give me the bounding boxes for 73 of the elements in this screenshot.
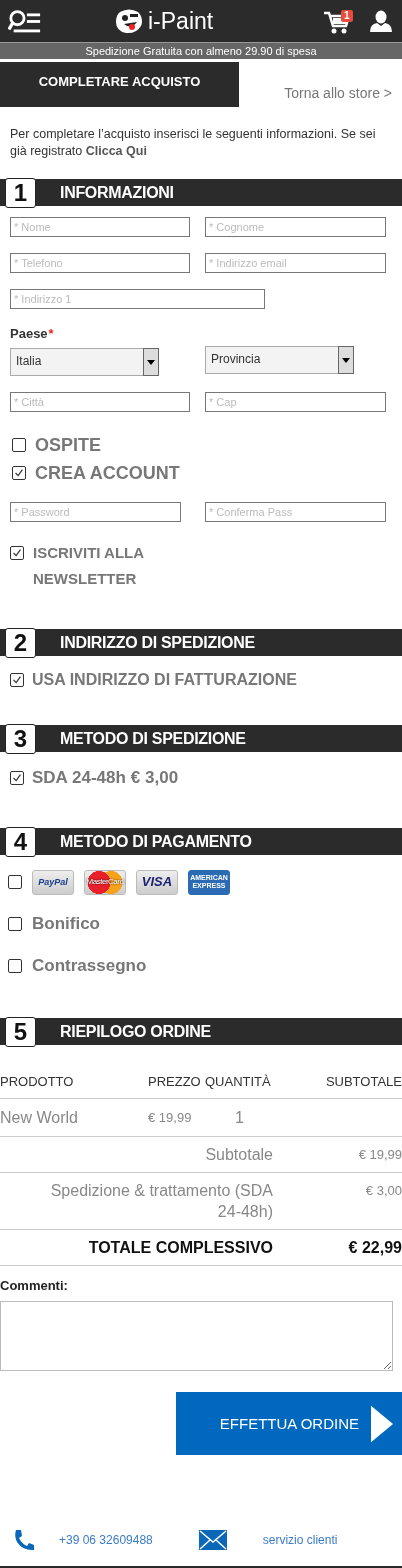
table-cell: 1: [235, 1108, 244, 1127]
checkbox-label: ISCRIVITI ALLA NEWSLETTER: [33, 543, 145, 589]
section-title: METODO DI SPEDIZIONE: [60, 729, 246, 748]
select-field[interactable]: Italia: [10, 348, 159, 376]
section-title: INFORMAZIONI: [60, 183, 174, 202]
section-title: INDIRIZZO DI SPEDIZIONE: [60, 633, 255, 652]
input-field[interactable]: * Nome: [10, 217, 190, 237]
comments-label: Commenti:: [0, 1278, 69, 1293]
checkbox[interactable]: [10, 771, 24, 785]
column-header: PRODOTTO: [0, 1074, 75, 1089]
input-field[interactable]: * Cognome: [205, 217, 386, 237]
step-number: 5: [5, 1017, 36, 1047]
checkbox[interactable]: [12, 438, 26, 452]
caret-icon: [143, 348, 159, 376]
checkbox[interactable]: [8, 875, 22, 889]
search-menu-icon[interactable]: [8, 8, 42, 34]
step-number: 3: [5, 724, 36, 754]
table-cell-text: € 19,99: [148, 1110, 193, 1125]
card-logo: PayPal: [32, 869, 74, 895]
summary-label: Spedizione & trattamento (SDA 24-48h): [49, 1181, 273, 1222]
cart-badge: 1: [341, 10, 353, 22]
checkbox-label: SDA 24-48h: [32, 768, 126, 788]
shipping-price: € 3,00: [130, 768, 179, 788]
checkbox-label: OSPITE: [35, 434, 101, 456]
step-number: 1: [5, 178, 36, 208]
country-label: Paese: [10, 326, 48, 341]
arrow-icon: [371, 1404, 393, 1443]
column-header: SUBTOTALE: [324, 1074, 402, 1089]
card-logo: VISA: [136, 869, 178, 895]
summary-label: TOTALE COMPLESSIVO: [87, 1238, 273, 1258]
column-header: QUANTITÀ: [205, 1074, 272, 1089]
checkbox-label: Bonifico: [32, 914, 100, 934]
step-number: 4: [5, 827, 36, 857]
phone-icon: [13, 1529, 35, 1551]
checkbox-label: USA INDIRIZZO DI FATTURAZIONE: [32, 671, 297, 689]
logo-icon: [114, 8, 144, 34]
checkbox[interactable]: [12, 466, 26, 480]
intro-text: Per completare l’acquisto inserisci le seguenti informazioni. Se sei già registrato Clicca Qui: [10, 126, 377, 160]
promo-text: Spedizione Gratuita con almeno 29.90 di spesa: [85, 45, 317, 57]
checkbox[interactable]: [8, 959, 22, 973]
column-header: PREZZO: [148, 1074, 202, 1089]
checkbox[interactable]: [8, 917, 22, 931]
checkbox-label: Contrassegno: [32, 956, 147, 976]
summary-value: € 19,99: [357, 1146, 402, 1164]
input-field[interactable]: * Cap: [205, 392, 386, 412]
input-field[interactable]: * Telefono: [10, 253, 190, 273]
input-field[interactable]: * Indirizzo 1: [10, 289, 265, 309]
checkbox[interactable]: [10, 546, 24, 560]
checkbox[interactable]: [10, 673, 24, 687]
input-field[interactable]: * Città: [10, 392, 190, 412]
phone-link[interactable]: +39 06 32609488: [59, 1533, 153, 1547]
summary-value: € 3,00: [364, 1182, 402, 1200]
logo-text[interactable]: i-Paint: [148, 7, 214, 35]
section-title: METODO DI PAGAMENTO: [60, 832, 252, 851]
checkbox-label: CREA ACCOUNT: [35, 462, 180, 484]
checkout-tab[interactable]: COMPLETARE ACQUISTO: [0, 62, 239, 107]
comments-field[interactable]: [0, 1301, 393, 1371]
input-field[interactable]: * Password: [10, 502, 181, 522]
login-link[interactable]: Clicca Qui: [85, 144, 147, 158]
table-cell-text: New World: [0, 1108, 79, 1127]
summary-label: Subtotale: [204, 1145, 273, 1165]
customer-service-link[interactable]: servizio clienti: [262, 1533, 338, 1547]
user-icon[interactable]: [370, 10, 392, 32]
input-field[interactable]: * Indirizzo email: [205, 253, 386, 273]
place-order-button[interactable]: EFFETTUA ORDINE: [176, 1392, 402, 1455]
section-title: RIEPILOGO ORDINE: [60, 1022, 211, 1041]
input-field[interactable]: * Conferma Pass: [205, 502, 386, 522]
select-field[interactable]: Provincia: [205, 346, 354, 374]
summary-value: € 22,99: [347, 1238, 402, 1258]
step-number: 2: [5, 628, 36, 658]
required-mark: *: [48, 326, 54, 341]
envelope-icon: [198, 1530, 227, 1550]
caret-icon: [338, 346, 354, 374]
